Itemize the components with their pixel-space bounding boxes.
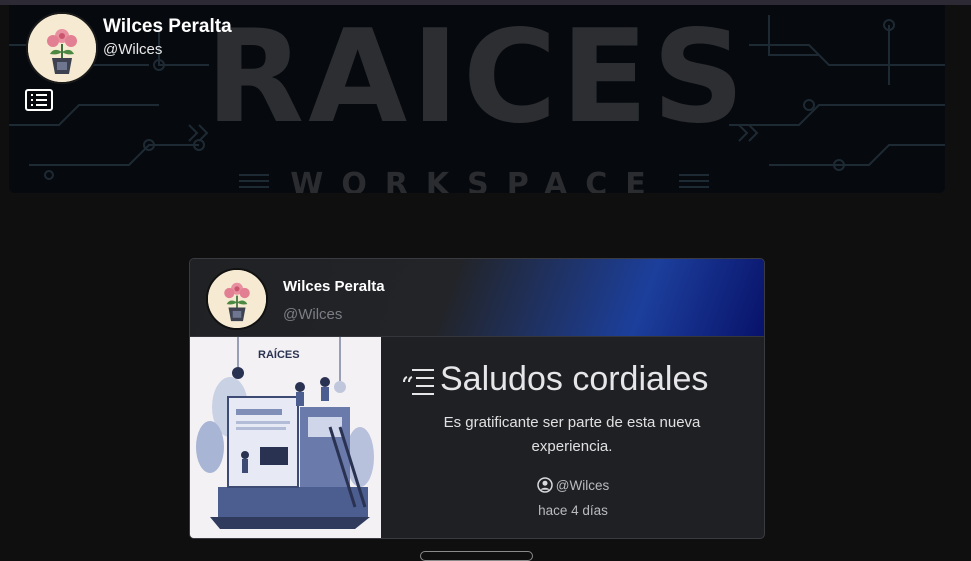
post-byline-handle: @Wilces bbox=[555, 478, 610, 493]
flower-pot-avatar-icon bbox=[28, 14, 96, 82]
list-icon bbox=[31, 94, 47, 106]
post-author-handle: @Wilces bbox=[283, 306, 343, 323]
post-text: Es gratificante ser parte de esta nueva … bbox=[443, 414, 701, 455]
menu-button[interactable] bbox=[25, 89, 53, 111]
profile-name: Wilces Peralta bbox=[103, 16, 232, 37]
post-byline[interactable]: @Wilces bbox=[382, 477, 764, 495]
user-circle-icon bbox=[537, 477, 553, 493]
profile-avatar[interactable] bbox=[26, 12, 98, 84]
banner-subtitle: WORKSPACE bbox=[290, 167, 664, 193]
flower-pot-avatar-icon bbox=[208, 270, 266, 328]
post-card[interactable]: Wilces Peralta @Wilces RAÍCES Saludos co… bbox=[189, 258, 765, 539]
post-image[interactable]: RAÍCES bbox=[190, 337, 381, 538]
post-title: Saludos cordiales bbox=[402, 357, 752, 401]
post-author-avatar[interactable] bbox=[206, 268, 268, 330]
post-timestamp: hace 4 días bbox=[538, 503, 608, 518]
post-card-header: Wilces Peralta @Wilces bbox=[190, 259, 764, 337]
profile-handle: @Wilces bbox=[103, 41, 163, 58]
next-element-edge bbox=[420, 551, 533, 561]
post-title-text: Saludos cordiales bbox=[440, 360, 709, 398]
post-image-caption: RAÍCES bbox=[258, 349, 300, 361]
post-author-name: Wilces Peralta bbox=[283, 278, 385, 295]
workspace-illustration bbox=[190, 337, 381, 538]
quote-text-icon bbox=[403, 369, 434, 396]
post-body: Saludos cordiales Es gratificante ser pa… bbox=[382, 337, 764, 538]
